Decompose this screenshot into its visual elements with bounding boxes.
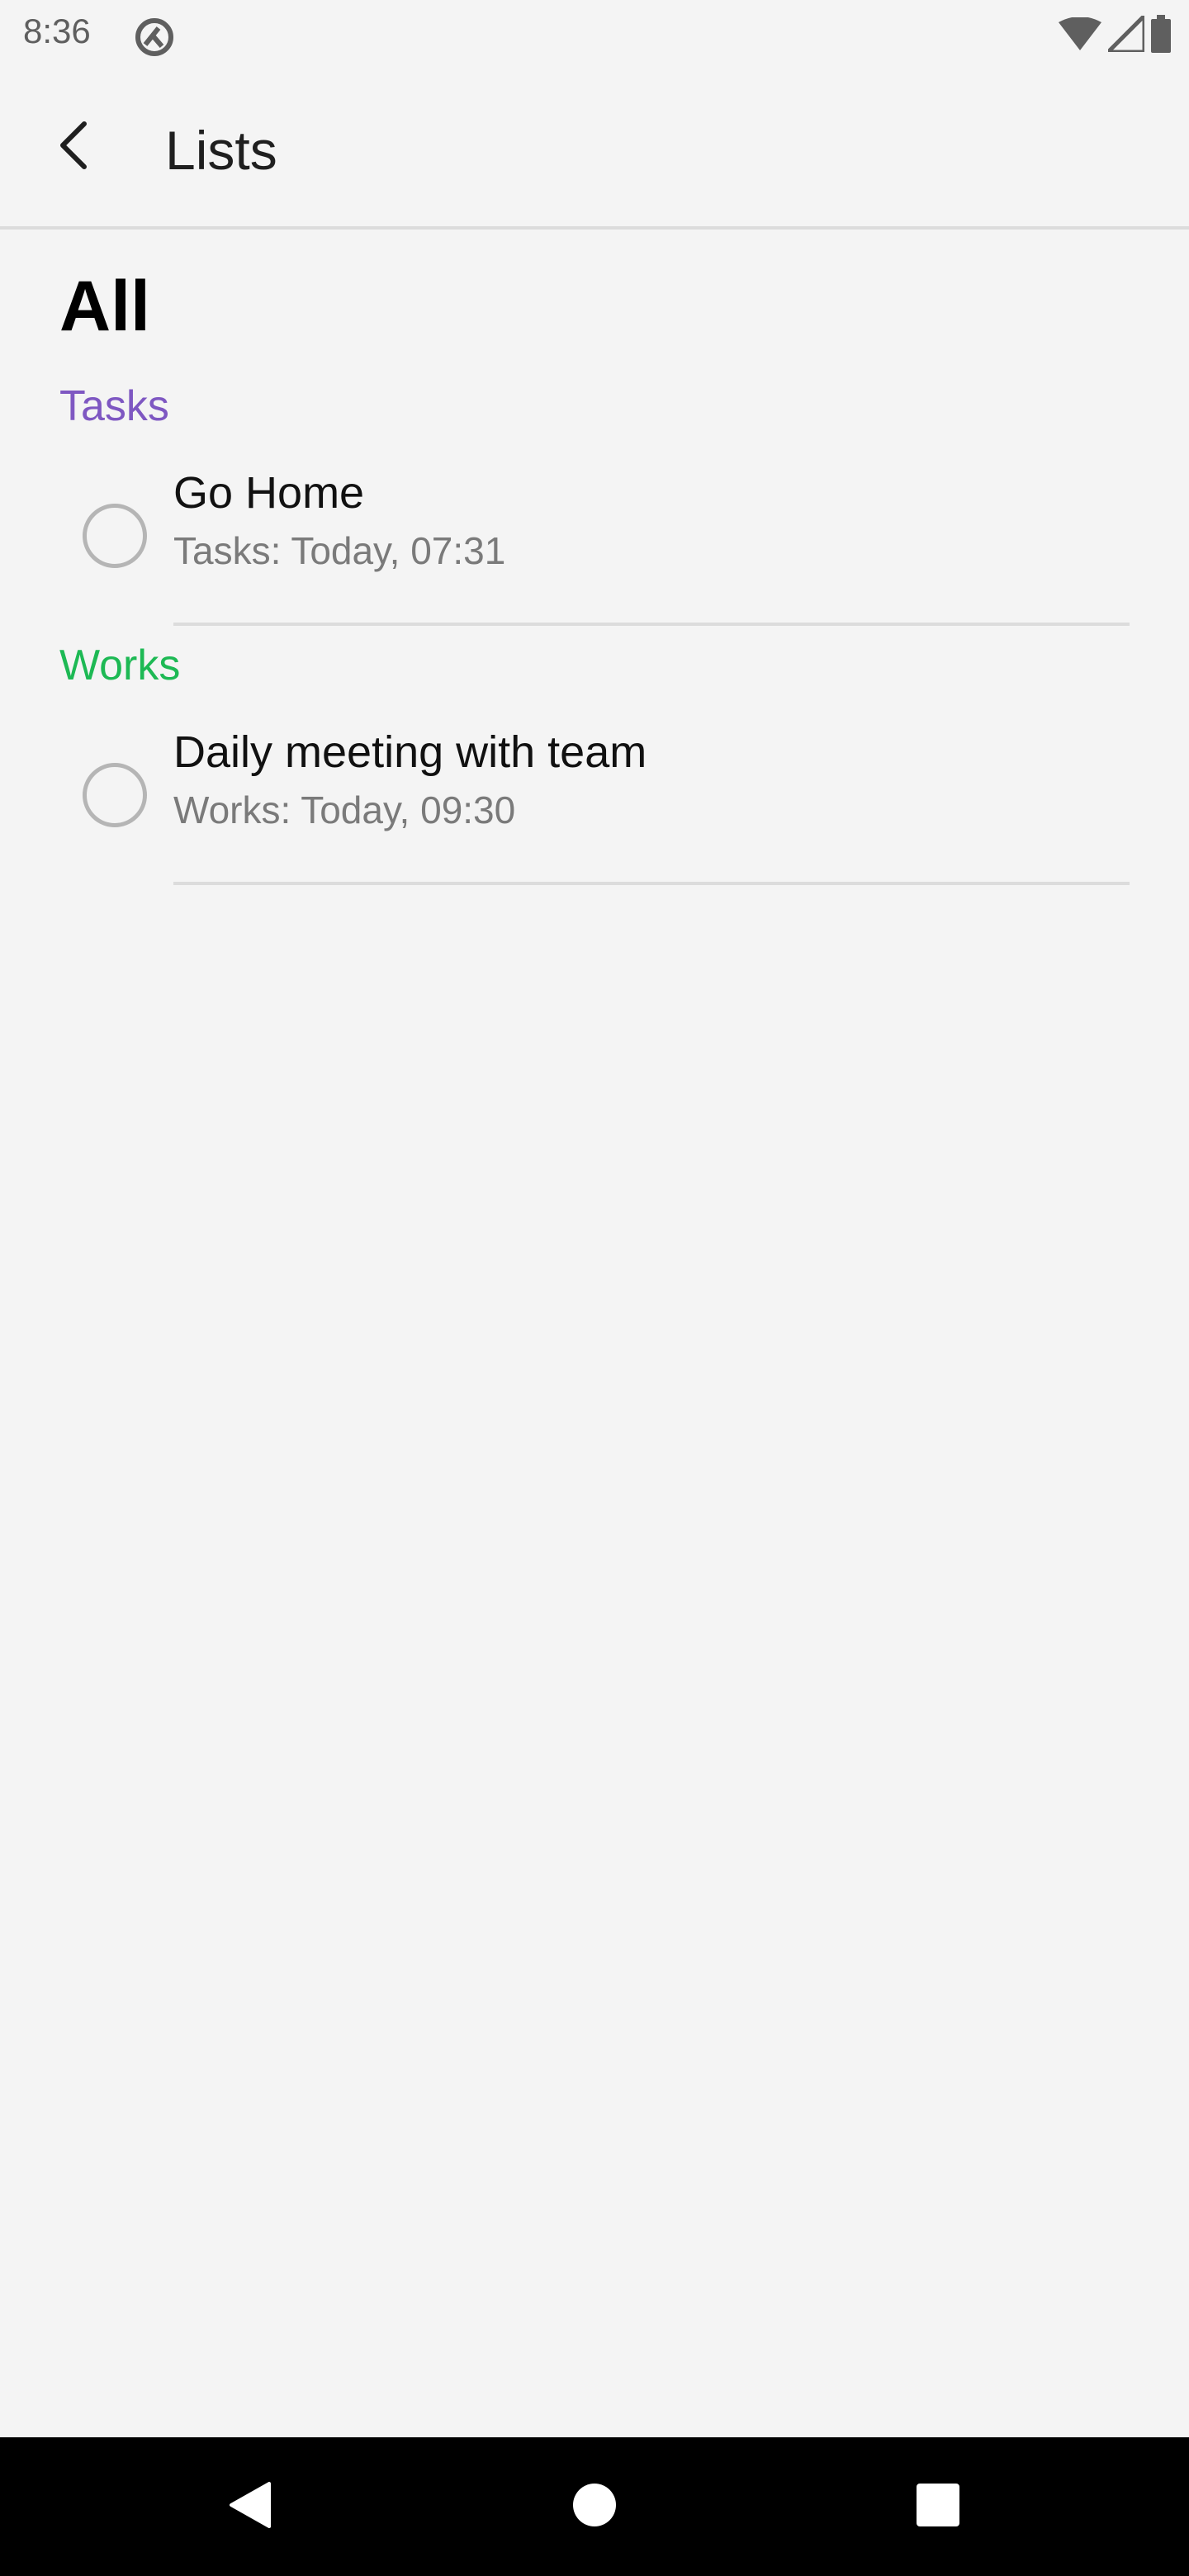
task-item[interactable]: Daily meeting with team Works: Today, 09…: [0, 708, 1189, 887]
task-item[interactable]: Go Home Tasks: Today, 07:31: [0, 449, 1189, 627]
task-subtitle: Tasks: Today, 07:31: [173, 529, 506, 572]
divider: [173, 882, 1130, 885]
nav-back-button[interactable]: [211, 2469, 287, 2545]
task-subtitle: Works: Today, 09:30: [173, 788, 516, 831]
recents-square-icon: [916, 2483, 960, 2531]
task-title: Daily meeting with team: [173, 727, 647, 777]
nav-recents-button[interactable]: [900, 2469, 976, 2545]
battery-icon: [1151, 14, 1171, 57]
group-label-works: Works: [59, 642, 181, 689]
status-icons: [1059, 10, 1171, 57]
wifi-icon: [1059, 16, 1101, 54]
group-label-tasks: Tasks: [59, 382, 169, 430]
list-heading: All: [59, 267, 150, 346]
app-notification-icon: [134, 17, 175, 58]
page-title: Lists: [165, 120, 277, 181]
divider: [173, 623, 1130, 626]
back-triangle-icon: [226, 2480, 272, 2534]
home-circle-icon: [572, 2483, 617, 2531]
task-title: Go Home: [173, 468, 365, 518]
cellular-icon: [1102, 10, 1147, 56]
system-nav-bar: [0, 2437, 1189, 2576]
task-checkbox[interactable]: [83, 763, 147, 827]
status-time: 8:36: [23, 12, 91, 50]
back-button[interactable]: [40, 112, 109, 182]
app-bar: Lists: [0, 69, 1189, 230]
screen: 8:36 Lists All Tasks Go Home Tasks: Toda…: [0, 0, 1189, 2576]
task-checkbox[interactable]: [83, 504, 147, 568]
status-bar: 8:36: [0, 0, 1189, 69]
back-arrow-icon: [56, 121, 92, 174]
nav-home-button[interactable]: [557, 2469, 632, 2545]
